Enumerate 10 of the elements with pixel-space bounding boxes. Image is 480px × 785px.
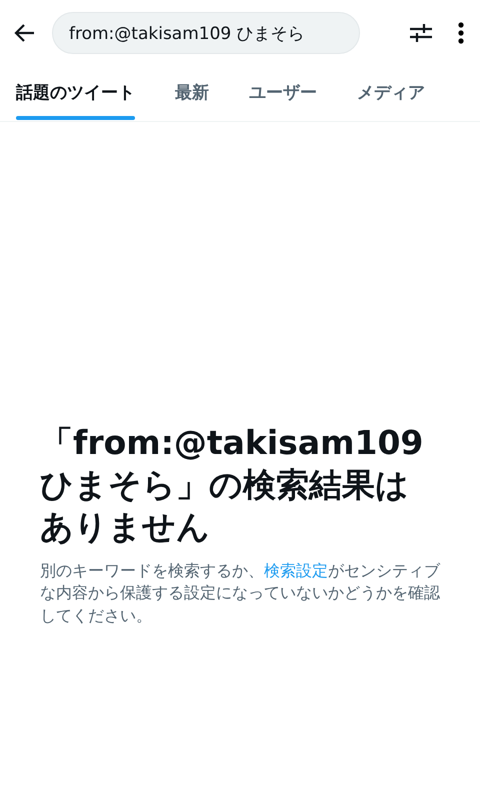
- empty-state-message: 別のキーワードを検索するか、検索設定がセンシティブな内容から保護する設定になっていないかどうかを確認してください。: [40, 560, 440, 628]
- tab[interactable]: 最新: [175, 66, 209, 121]
- more-icon[interactable]: [458, 22, 464, 44]
- search-field[interactable]: from:@takisam109 ひまそら: [52, 12, 360, 54]
- tab[interactable]: 話題のツイート: [16, 66, 135, 121]
- back-icon[interactable]: [14, 23, 36, 43]
- tab[interactable]: メディア: [357, 66, 425, 121]
- empty-state-title: 「from:@takisam109 ひまそら」の検索結果はありません: [40, 422, 424, 548]
- filter-icon[interactable]: [410, 23, 432, 43]
- tab[interactable]: ユーザー: [249, 66, 317, 121]
